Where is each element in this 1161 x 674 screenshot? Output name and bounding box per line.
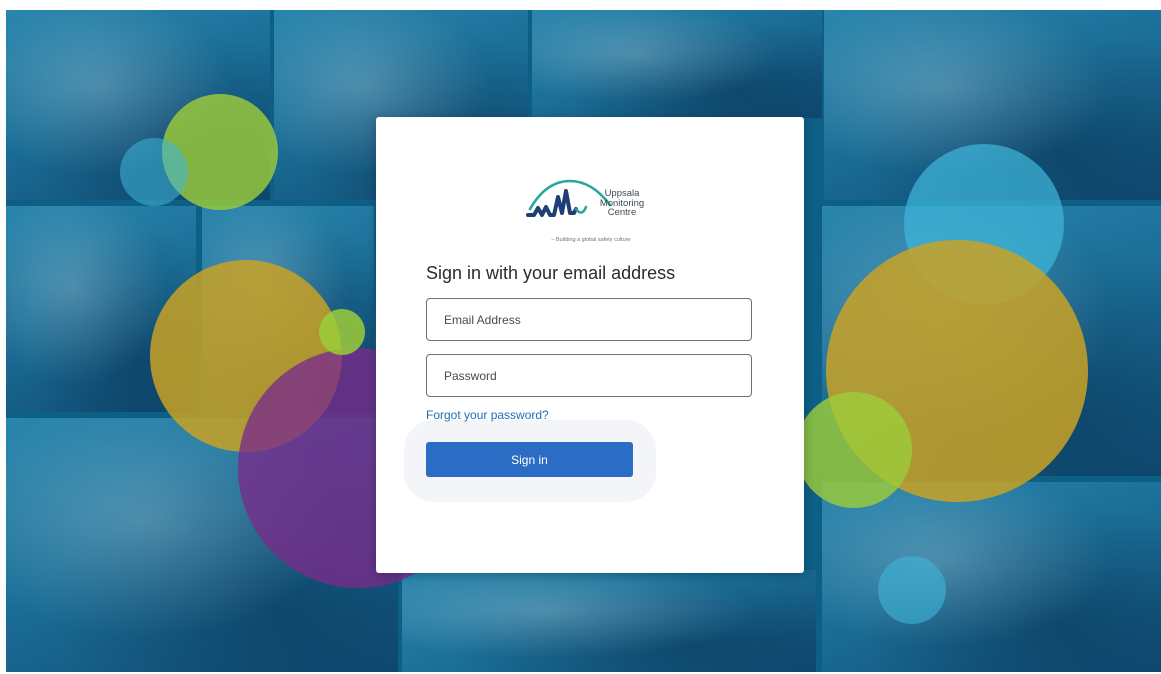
uppsala-monitoring-centre-logo: Uppsala Monitoring Centre – Building a g… [526, 175, 656, 247]
page-title: Sign in with your email address [426, 263, 676, 283]
decorative-circle [120, 138, 188, 206]
logo-wordmark: Uppsala Monitoring Centre [598, 189, 646, 218]
logo-line-3: Centre [607, 207, 637, 218]
email-field[interactable] [426, 298, 752, 341]
background-photo [822, 482, 1161, 672]
decorative-circle [878, 556, 946, 624]
sign-in-button[interactable]: Sign in [426, 442, 633, 477]
logo-tagline: – Building a global safety culture [551, 237, 631, 243]
sign-in-dialog: Uppsala Monitoring Centre – Building a g… [376, 117, 804, 573]
background-photo [532, 10, 822, 118]
decorative-circle [319, 309, 365, 355]
password-field[interactable] [426, 354, 752, 397]
decorative-circle [796, 392, 912, 508]
background-photo [402, 570, 816, 672]
